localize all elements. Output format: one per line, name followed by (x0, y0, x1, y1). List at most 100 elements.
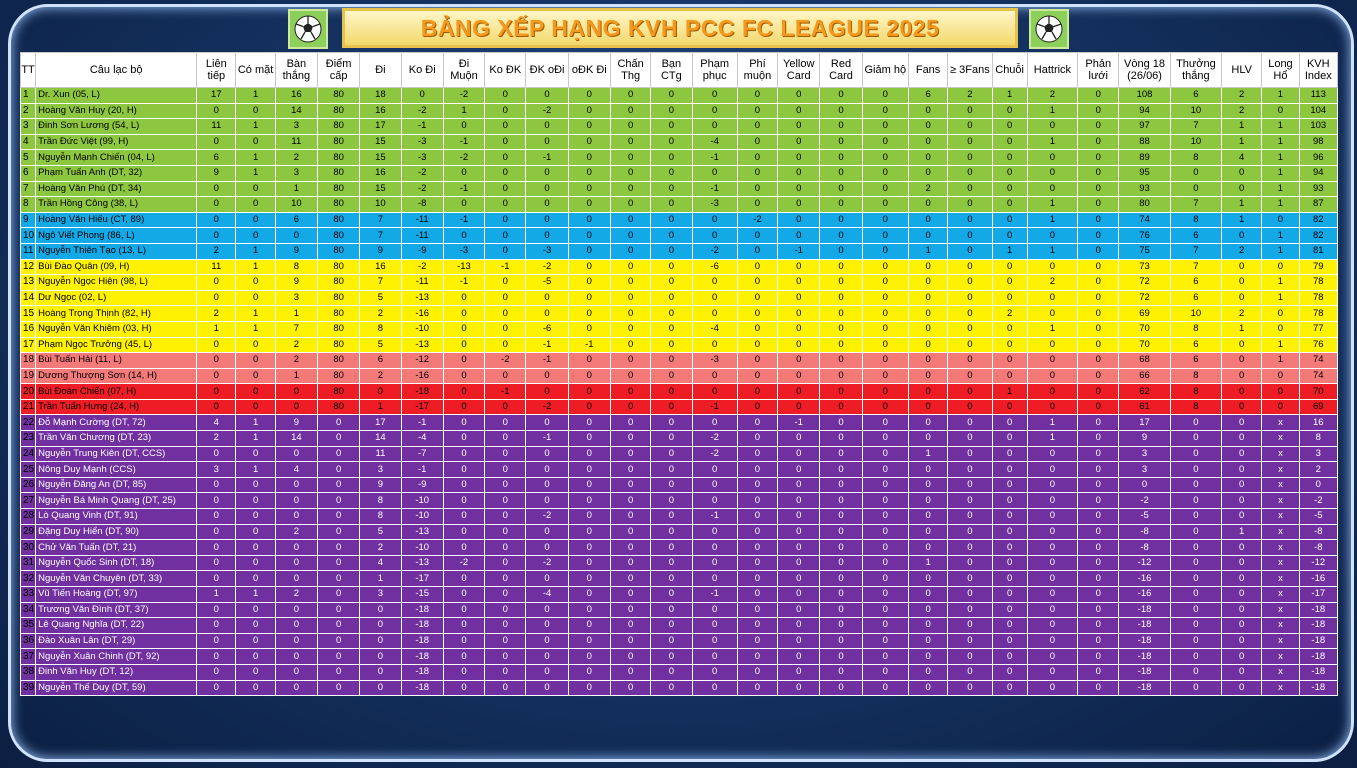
table-row: 34 Trương Văn Đình (DT, 37) 0 0 0 0 0 -18 0 0 0 0 0 0… (19, 601, 1339, 619)
stat-cell: 0 (947, 632, 993, 650)
stat-cell: 0 (861, 476, 909, 494)
stat-cell: 0 (777, 508, 821, 525)
stat-cell: -1 (442, 180, 486, 198)
stat-cell: 94 (1118, 102, 1171, 120)
stat-cell: 0 (777, 461, 821, 478)
stat-cell: 0 (442, 601, 486, 619)
stat-cell: 0 (1077, 336, 1120, 354)
stat-cell: 0 (567, 149, 611, 166)
table-row: 27 Nguyễn Bá Minh Quang (DT, 25) 0 0 0 0 8 -10 0… (19, 492, 1339, 510)
stat-cell: 0 (1169, 164, 1223, 182)
stat-cell: 6 (274, 211, 319, 229)
stat-cell: -10 (400, 508, 444, 525)
stat-cell: -5 (1298, 508, 1339, 525)
stat-cell: 0 (196, 274, 237, 291)
stat-cell: 0 (819, 352, 863, 369)
stat-cell: 0 (947, 414, 993, 432)
stat-cell: 0 (274, 617, 319, 634)
stat-cell: 0 (861, 632, 909, 650)
table-row: 11 Nguyễn Thiên Tạo (13, L) 2 1 9 80 9 -9 -3 0 -3 0… (19, 242, 1339, 260)
stat-cell: 0 (947, 601, 993, 619)
stat-cell: 0 (196, 211, 237, 229)
stat-cell: 0 (196, 289, 237, 307)
stat-cell: 93 (1118, 180, 1171, 198)
stat-cell: 6 (907, 87, 949, 104)
stat-cell: 0 (736, 414, 779, 432)
stat-cell: 0 (274, 570, 319, 587)
stat-cell: 0 (819, 554, 863, 572)
table-row: 2 Hoàng Văn Huy (20, H) 0 0 14 80 16 -2 1 0 -2 0 0 0 0… (19, 102, 1339, 120)
stat-cell: 0 (819, 601, 863, 619)
stat-cell: 0 (609, 523, 652, 541)
stat-cell: -13 (400, 554, 444, 572)
stat-cell: 0 (316, 476, 361, 494)
table-row: 16 Nguyễn Văn Khiêm (03, H) 1 1 7 80 8 -10 0 0 -6 0… (19, 320, 1339, 338)
stat-cell: 0 (907, 320, 949, 338)
stat-cell: 0 (442, 570, 486, 587)
stat-cell: 0 (274, 601, 319, 619)
stat-cell: -2 (1118, 492, 1171, 510)
stat-cell: 0 (484, 430, 527, 447)
stat-cell: -18 (1298, 632, 1339, 650)
stat-cell: 0 (907, 617, 949, 634)
stat-cell: 8 (359, 492, 402, 510)
stat-cell: 2 (274, 336, 319, 354)
stat-cell: 0 (861, 398, 909, 416)
stat-cell: 0 (609, 570, 652, 587)
stat-cell: 1 (907, 445, 949, 463)
stat-cell: 0 (691, 601, 738, 619)
stat-cell: 0 (609, 227, 652, 244)
stat-cell: -13 (400, 336, 444, 354)
stat-cell: 0 (235, 180, 276, 198)
stat-cell: 15 (359, 180, 402, 198)
stat-cell: 0 (650, 87, 693, 104)
stat-cell: 0 (991, 523, 1028, 541)
stat-cell: x (1261, 523, 1300, 541)
stat-cell: 80 (316, 398, 361, 416)
stat-cell: -2 (525, 508, 569, 525)
club-name-cell: Nguyễn Ngọc Hiện (98, L) (35, 274, 198, 291)
stat-cell: 0 (1169, 492, 1223, 510)
stat-cell: 0 (819, 539, 863, 556)
stat-cell: 0 (484, 305, 527, 322)
stat-cell: 1 (235, 461, 276, 478)
stat-cell: 0 (609, 476, 652, 494)
stat-cell: 0 (196, 445, 237, 463)
stat-cell: 0 (819, 492, 863, 510)
rank-cell: 8 (19, 196, 37, 213)
stat-cell: 0 (1261, 398, 1300, 416)
stat-cell: 93 (1298, 180, 1339, 198)
stat-cell: 0 (484, 149, 527, 166)
stat-cell: 0 (1026, 305, 1079, 322)
stat-cell: 0 (1221, 586, 1263, 603)
club-name-cell: Nguyễn Thế Duy (DT, 59) (35, 679, 198, 697)
stat-cell: -8 (1118, 523, 1171, 541)
stat-cell: 0 (777, 445, 821, 463)
stat-cell: 0 (861, 492, 909, 510)
stat-cell: 0 (1169, 508, 1223, 525)
stat-cell: 0 (991, 679, 1028, 697)
column-header: oĐK Đi (567, 52, 611, 88)
stat-cell: 0 (1077, 211, 1120, 229)
table-row: 31 Nguyễn Quốc Sinh (DT, 18) 0 0 0 0 4 -13 -2 0 -2… (19, 554, 1339, 572)
stat-cell: 0 (819, 461, 863, 478)
stat-cell: 0 (991, 398, 1028, 416)
stat-cell: 0 (609, 601, 652, 619)
stat-cell: 0 (196, 102, 237, 120)
stat-cell: 0 (907, 227, 949, 244)
stat-cell: 0 (316, 586, 361, 603)
stat-cell: 80 (316, 211, 361, 229)
stat-cell: 0 (907, 133, 949, 151)
stat-cell: 0 (1221, 632, 1263, 650)
stat-cell: 0 (777, 118, 821, 135)
stat-cell: 0 (777, 492, 821, 510)
stat-cell: 80 (316, 196, 361, 213)
stat-cell: 0 (359, 663, 402, 681)
stat-cell: 1 (274, 305, 319, 322)
stat-cell: 0 (650, 523, 693, 541)
stat-cell: 0 (235, 352, 276, 369)
stat-cell: 0 (196, 196, 237, 213)
stat-cell: 0 (484, 180, 527, 198)
stat-cell: 0 (525, 617, 569, 634)
stat-cell: 0 (907, 601, 949, 619)
